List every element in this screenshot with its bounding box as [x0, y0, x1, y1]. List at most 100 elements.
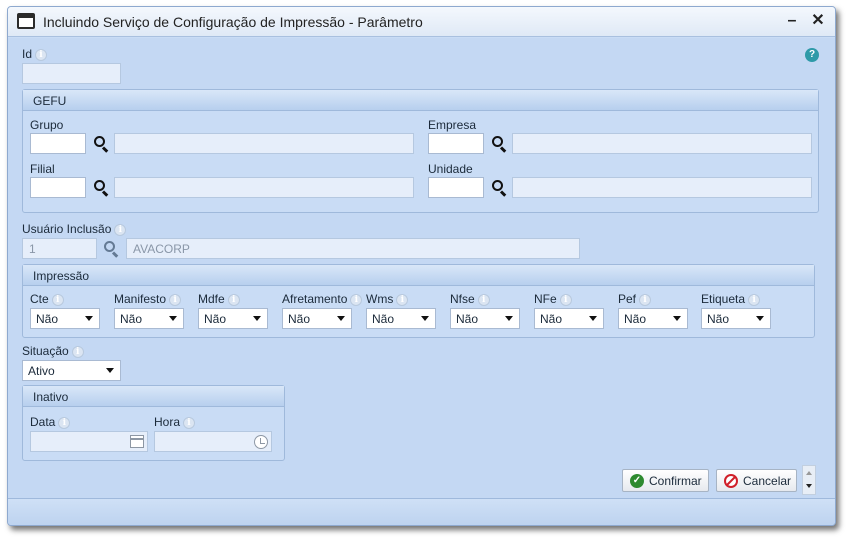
info-icon[interactable]: i [559, 293, 572, 306]
hora-label: Hora i [154, 415, 196, 429]
grupo-description-field[interactable] [114, 133, 414, 154]
empresa-label: Empresa [428, 118, 477, 132]
manifesto-label-text: Manifesto [114, 292, 167, 306]
cancel-button[interactable]: Cancelar [716, 469, 797, 492]
id-field[interactable] [22, 63, 121, 84]
chevron-down-icon [85, 316, 93, 321]
dialog-window: Incluindo Serviço de Configuração de Imp… [7, 6, 836, 526]
empresa-description-field[interactable] [512, 133, 812, 154]
empresa-code-input[interactable] [428, 133, 484, 154]
data-label-text: Data [30, 415, 56, 429]
etiqueta-select-value: Não [707, 312, 730, 326]
info-icon[interactable]: i [639, 293, 652, 306]
pef-select-value: Não [624, 312, 647, 326]
usuario-code-field: 1 [22, 238, 97, 259]
info-icon[interactable]: i [350, 293, 363, 306]
grupo-code-input[interactable] [30, 133, 86, 154]
wms-label-text: Wms [366, 292, 394, 306]
info-icon[interactable]: i [51, 293, 64, 306]
close-button[interactable]: ✕ [808, 11, 828, 31]
pef-label: Pef i [618, 292, 652, 306]
cte-select-value: Não [36, 312, 59, 326]
chevron-down-icon [505, 316, 513, 321]
info-icon[interactable]: i [477, 293, 490, 306]
etiqueta-select[interactable]: Não [701, 308, 771, 329]
mdfe-select[interactable]: Não [198, 308, 268, 329]
situacao-label: Situação i [22, 344, 84, 358]
info-icon[interactable]: i [58, 416, 71, 429]
id-label: Id i [22, 47, 48, 61]
id-label-text: Id [22, 47, 33, 61]
gefu-panel: GEFU Grupo Empresa Filial Unidade [22, 89, 819, 213]
chevron-down-icon [756, 316, 764, 321]
info-icon[interactable]: i [35, 48, 48, 61]
situacao-label-text: Situação [22, 344, 69, 358]
info-icon[interactable]: i [71, 345, 84, 358]
chevron-down-icon [253, 316, 261, 321]
info-icon[interactable]: i [169, 293, 182, 306]
filial-code-input[interactable] [30, 177, 86, 198]
impressao-panel: Impressão Cte i Não Manifesto i Não Mdfe i … [22, 264, 815, 338]
info-icon[interactable]: i [183, 416, 196, 429]
manifesto-select-value: Não [120, 312, 143, 326]
window-title: Incluindo Serviço de Configuração de Imp… [43, 14, 423, 30]
window-icon [17, 13, 35, 29]
help-icon[interactable]: ? [805, 48, 819, 62]
wms-label: Wms i [366, 292, 409, 306]
gefu-panel-header: GEFU [23, 90, 818, 111]
nfe-select-value: Não [540, 312, 563, 326]
wms-select[interactable]: Não [366, 308, 436, 329]
unidade-description-field[interactable] [512, 177, 812, 198]
grupo-label: Grupo [30, 118, 64, 132]
manifesto-label: Manifesto i [114, 292, 182, 306]
chevron-down-icon [589, 316, 597, 321]
nfe-label-text: NFe [534, 292, 557, 306]
manifesto-select[interactable]: Não [114, 308, 184, 329]
nfse-select[interactable]: Não [450, 308, 520, 329]
calendar-icon[interactable] [130, 435, 144, 448]
confirm-button-label: Confirmar [649, 474, 702, 488]
unidade-label: Unidade [428, 162, 473, 176]
scroll-arrows[interactable] [802, 465, 816, 495]
afretamento-select[interactable]: Não [282, 308, 352, 329]
inativo-panel-header: Inativo [23, 386, 284, 407]
info-icon[interactable]: i [396, 293, 409, 306]
info-icon[interactable]: i [748, 293, 761, 306]
scroll-up-icon[interactable] [806, 471, 812, 475]
nfe-select[interactable]: Não [534, 308, 604, 329]
unidade-search-icon[interactable] [490, 179, 508, 197]
confirm-button[interactable]: ✓ Confirmar [622, 469, 709, 492]
impressao-panel-header: Impressão [23, 265, 814, 286]
etiqueta-label: Etiqueta i [701, 292, 761, 306]
scroll-down-icon[interactable] [806, 484, 812, 488]
situacao-select[interactable]: Ativo [22, 360, 121, 381]
afretamento-select-value: Não [288, 312, 311, 326]
nfse-label: Nfse i [450, 292, 490, 306]
form-content: ? Idi GEFU Grupo Empresa Filial Unidade [8, 38, 835, 498]
nfe-label: NFe i [534, 292, 572, 306]
unidade-code-input[interactable] [428, 177, 484, 198]
nfse-select-value: Não [456, 312, 479, 326]
info-icon[interactable]: i [227, 293, 240, 306]
status-bar [8, 498, 835, 525]
cte-label-text: Cte [30, 292, 49, 306]
clock-icon[interactable] [254, 435, 268, 449]
empresa-search-icon[interactable] [490, 135, 508, 153]
minimize-button[interactable]: – [782, 11, 802, 31]
nfse-label-text: Nfse [450, 292, 475, 306]
filial-description-field[interactable] [114, 177, 414, 198]
usuario-description-field: AVACORP [126, 238, 580, 259]
check-circle-icon: ✓ [630, 474, 644, 488]
filial-search-icon[interactable] [92, 179, 110, 197]
cte-select[interactable]: Não [30, 308, 100, 329]
cte-label: Cte i [30, 292, 64, 306]
chevron-down-icon [337, 316, 345, 321]
pef-select[interactable]: Não [618, 308, 688, 329]
grupo-search-icon[interactable] [92, 135, 110, 153]
mdfe-label-text: Mdfe [198, 292, 225, 306]
info-icon[interactable]: i [114, 223, 127, 236]
etiqueta-label-text: Etiqueta [701, 292, 746, 306]
mdfe-label: Mdfe i [198, 292, 240, 306]
title-bar[interactable]: Incluindo Serviço de Configuração de Imp… [8, 7, 835, 37]
usuario-label: Usuário Inclusão i [22, 222, 127, 236]
